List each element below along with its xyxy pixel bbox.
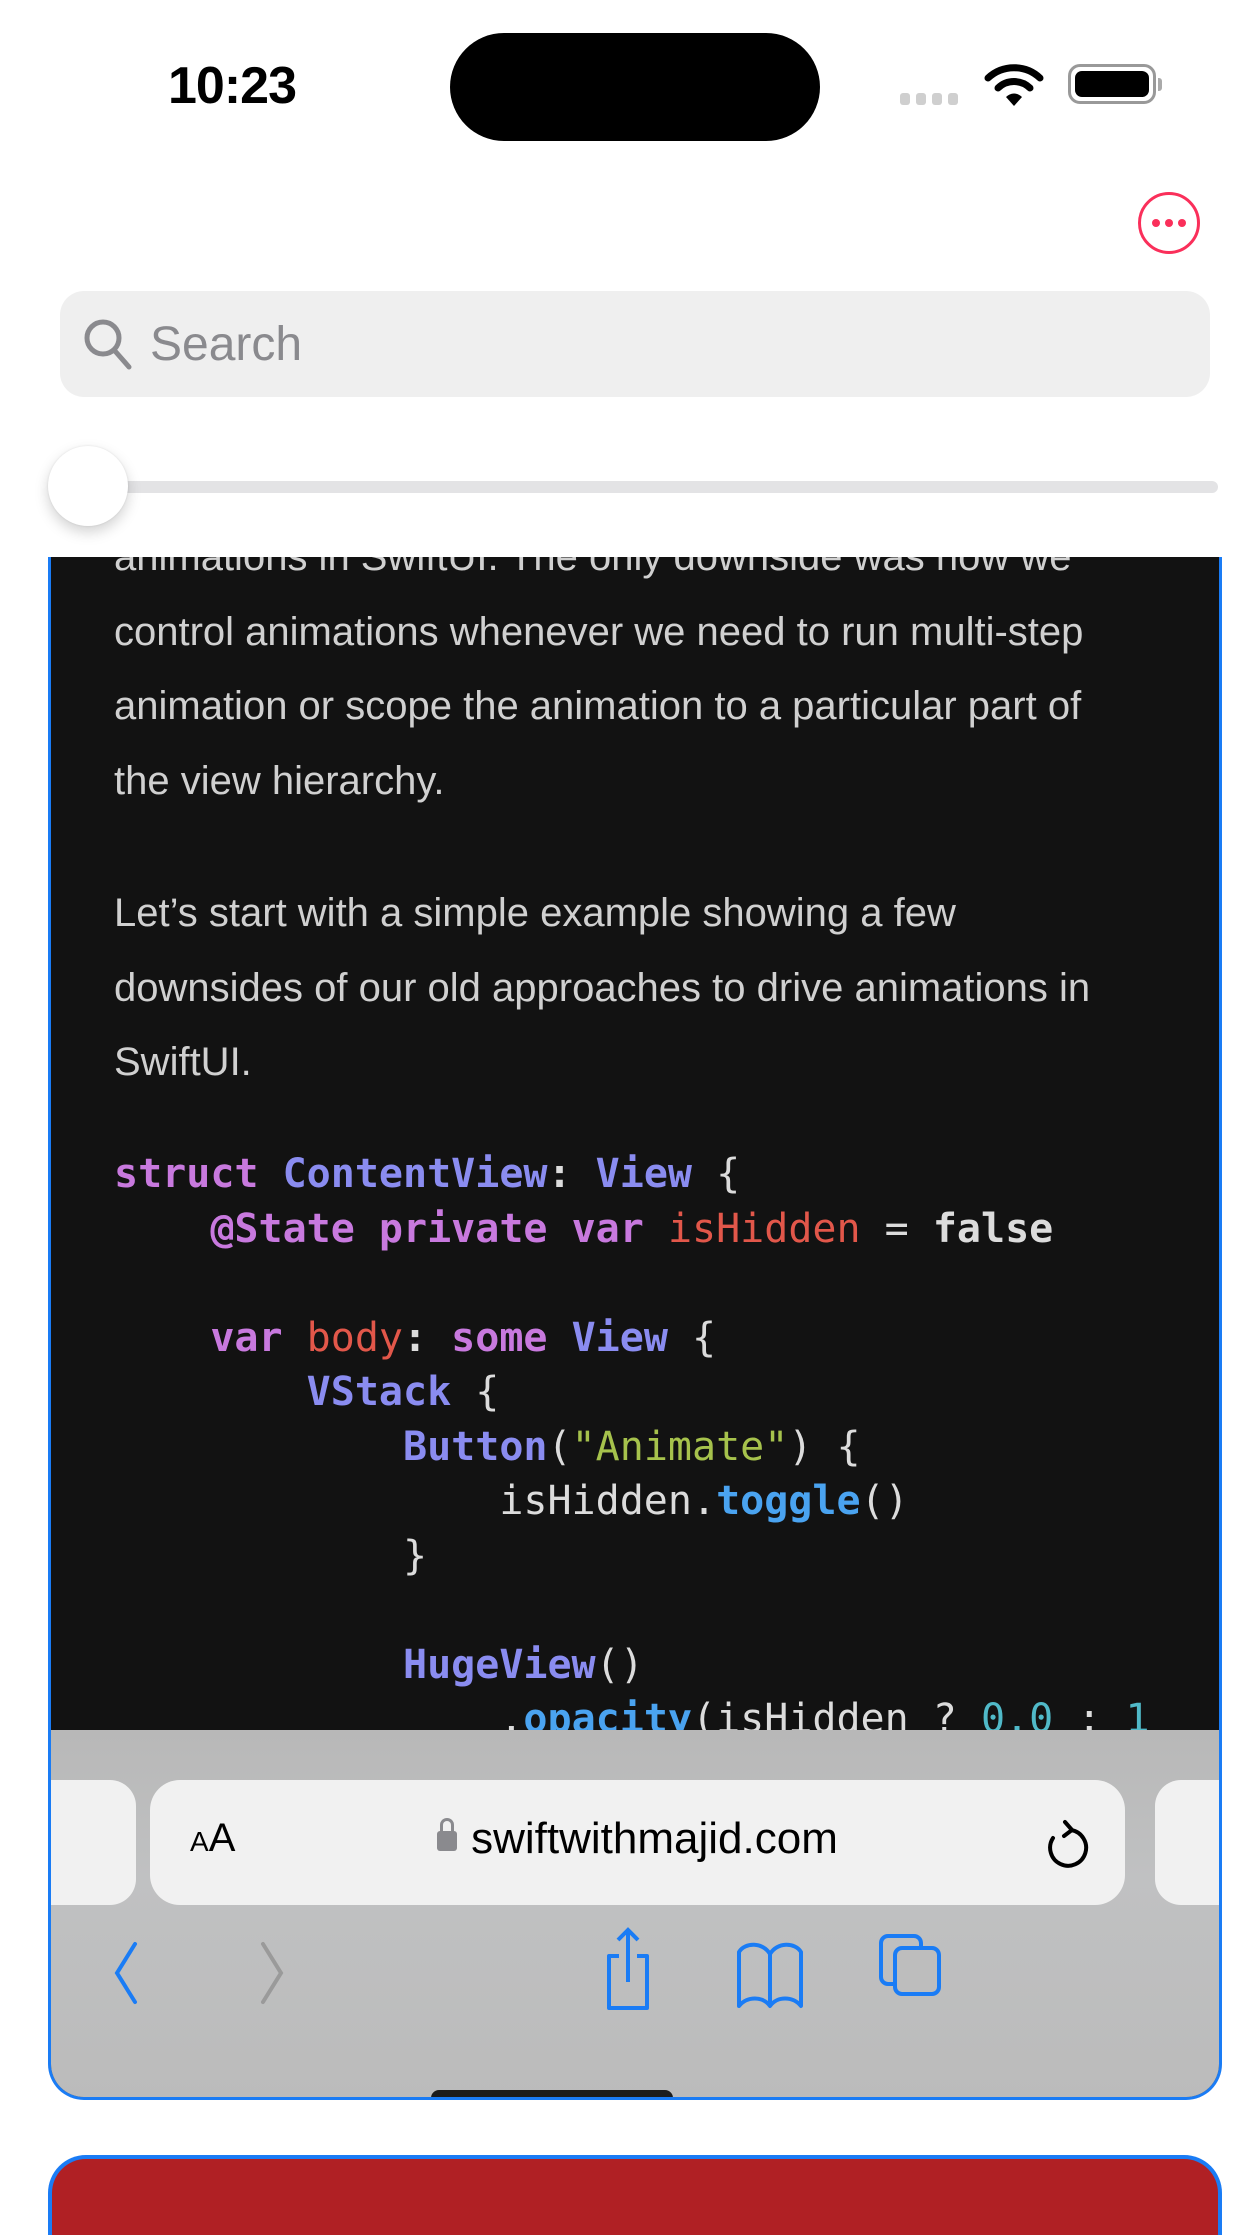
bookmarks-icon[interactable]	[735, 1940, 805, 2010]
tabs-icon[interactable]	[877, 1932, 943, 1998]
code-token: toggle	[716, 1478, 861, 1524]
code-token: var	[571, 1205, 644, 1252]
cellular-signal-icon	[900, 93, 958, 105]
code-token: "Animate"	[571, 1423, 789, 1470]
code-line: Button("Animate") {	[114, 1420, 1150, 1475]
slider-track[interactable]	[90, 481, 1218, 493]
web-preview-card: animations in SwiftUI. The only downside…	[48, 557, 1222, 2100]
code-token: View	[571, 1314, 668, 1361]
code-token: ContentView	[282, 1151, 548, 1197]
code-token: ()	[595, 1641, 644, 1688]
url-text: swiftwithmajid.com	[471, 1814, 838, 1863]
code-token: :	[403, 1314, 452, 1361]
search-icon	[84, 319, 132, 370]
code-line: struct ContentView: View {	[114, 1147, 1150, 1202]
code-token: private	[378, 1205, 548, 1252]
search-field[interactable]: Search	[60, 291, 1210, 397]
code-line: }	[114, 1529, 1150, 1584]
code-token: {	[667, 1314, 717, 1361]
code-line: var body: some View {	[114, 1311, 1150, 1366]
address-bar[interactable]: AA swiftwithmajid.com	[150, 1780, 1125, 1905]
search-placeholder: Search	[150, 317, 303, 371]
code-token: body	[306, 1314, 403, 1361]
code-token: struct	[114, 1151, 259, 1197]
status-time: 10:23	[168, 57, 297, 115]
slider-thumb[interactable]	[48, 446, 128, 526]
lock-icon	[437, 1818, 458, 1851]
code-line: isHidden.toggle()	[114, 1474, 1150, 1529]
article-paragraph: animations in SwiftUI. The only downside…	[114, 557, 1084, 803]
dynamic-island	[450, 33, 820, 141]
code-token: :	[547, 1151, 596, 1197]
code-token: VStack	[306, 1369, 452, 1415]
home-indicator[interactable]	[431, 2090, 673, 2097]
next-tab-peek[interactable]	[1155, 1780, 1219, 1905]
code-token: View	[595, 1151, 692, 1197]
code-token: {	[692, 1151, 741, 1197]
code-token: var	[210, 1314, 283, 1361]
code-token: isHidden.	[114, 1478, 717, 1524]
safari-toolbar: AA swiftwithmajid.com	[51, 1730, 1219, 2097]
code-token: (	[547, 1423, 572, 1470]
code-line: VStack {	[114, 1365, 1150, 1420]
share-icon[interactable]	[603, 1926, 653, 2012]
code-token: ) {	[788, 1423, 861, 1470]
code-token: {	[451, 1369, 500, 1415]
code-token: isHidden	[667, 1205, 861, 1252]
back-icon[interactable]	[111, 1940, 141, 2006]
battery-icon	[1068, 64, 1162, 104]
more-button[interactable]	[1138, 192, 1200, 254]
forward-icon[interactable]	[257, 1940, 287, 2006]
code-line: HugeView()	[114, 1638, 1150, 1693]
code-token: false	[932, 1205, 1054, 1252]
previous-tab-peek[interactable]	[51, 1780, 136, 1905]
more-icon	[1152, 219, 1160, 227]
reload-icon[interactable]	[1041, 1818, 1089, 1872]
wifi-icon	[984, 64, 1044, 106]
article-paragraph: Let’s start with a simple example showin…	[114, 891, 1091, 1084]
code-token: @State	[210, 1205, 355, 1252]
code-token: Button	[402, 1423, 548, 1470]
code-token: ()	[860, 1478, 909, 1524]
code-line: @State private var isHidden = false	[114, 1202, 1150, 1257]
red-preview-card	[48, 2155, 1222, 2235]
code-token: }	[114, 1532, 428, 1579]
code-token: some	[451, 1314, 548, 1361]
code-token: =	[860, 1205, 933, 1252]
code-token: HugeView	[402, 1641, 596, 1688]
code-block: struct ContentView: View { @State privat…	[114, 1147, 1150, 1747]
